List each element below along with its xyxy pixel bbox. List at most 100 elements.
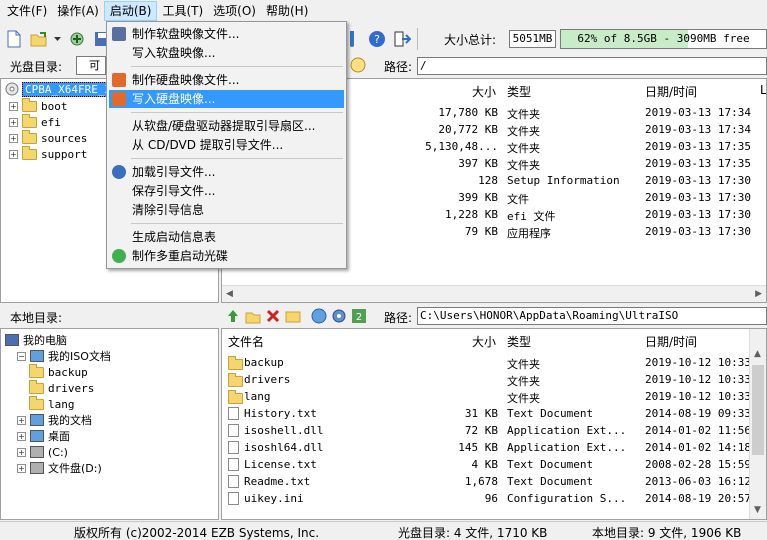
expand-icon[interactable]: + — [17, 463, 26, 473]
refresh-icon[interactable] — [349, 56, 367, 74]
tree-node[interactable]: + 我的文档 — [17, 412, 92, 428]
menu-item[interactable]: 制作硬盘映像文件... — [109, 71, 344, 89]
folder-icon — [228, 390, 243, 404]
column-date-header[interactable]: 日期/时间 — [645, 83, 697, 100]
disc-folder-boot[interactable]: + boot — [9, 97, 68, 114]
column-size-header[interactable]: 大小 — [472, 333, 496, 350]
disc-path-input[interactable]: / — [417, 57, 767, 75]
column-extra-header[interactable]: L — [760, 83, 766, 97]
expand-icon[interactable]: + — [9, 117, 18, 127]
collapse-icon[interactable]: − — [17, 351, 26, 361]
menu-options[interactable]: 选项(O) — [208, 1, 261, 21]
file-icon — [228, 458, 239, 471]
tree-label: (C:) — [48, 445, 68, 459]
menu-item[interactable]: 制作软盘映像文件... — [109, 25, 344, 43]
menu-item[interactable]: 加载引导文件... — [109, 163, 344, 181]
extract-icon[interactable] — [66, 28, 88, 50]
tree-node[interactable]: + 桌面 — [17, 428, 70, 444]
dropdown-arrow-icon[interactable] — [53, 28, 63, 50]
table-row[interactable]: lang 文件夹 2019-10-12 10:33 — [222, 389, 766, 406]
horizontal-scrollbar[interactable]: ◀ ▶ — [222, 285, 766, 302]
help-icon[interactable]: ? — [366, 28, 388, 50]
menu-item[interactable]: 从软盘/硬盘驱动器提取引导扇区... — [109, 117, 344, 135]
menu-help[interactable]: 帮助(H) — [261, 1, 313, 21]
local-toolbar: 2 路径: C:\Users\HONOR\AppData\Roaming\Ult… — [221, 306, 767, 327]
menu-item[interactable]: 生成启动信息表 — [109, 228, 344, 246]
globe-icon[interactable] — [311, 308, 327, 327]
column-type-header[interactable]: 类型 — [507, 333, 531, 350]
menu-item-label: 制作软盘映像文件... — [132, 27, 240, 41]
disc-folder-support[interactable]: + support — [9, 145, 87, 162]
delete-icon[interactable] — [265, 308, 281, 327]
menu-item[interactable]: 清除引导信息 — [109, 201, 344, 219]
refresh-icon[interactable]: 2 — [351, 308, 367, 327]
disc-dir-combo[interactable]: 可 — [76, 56, 106, 75]
file-size: 1,228 KB — [445, 208, 498, 221]
table-row[interactable]: drivers 文件夹 2019-10-12 10:33 — [222, 372, 766, 389]
column-name-header[interactable]: 文件名 — [228, 333, 264, 350]
tree-node[interactable]: − 我的ISO文档 — [17, 348, 111, 364]
table-row[interactable]: backup 文件夹 2019-10-12 10:33 — [222, 355, 766, 372]
disc-folder-efi[interactable]: + efi — [9, 113, 61, 130]
scroll-up-icon[interactable]: ▲ — [754, 349, 761, 359]
file-type: Text Document — [507, 407, 594, 420]
gear-icon[interactable] — [331, 308, 347, 327]
menu-item[interactable]: 从 CD/DVD 提取引导文件... — [109, 136, 344, 154]
column-date-header[interactable]: 日期/时间 — [645, 333, 697, 350]
exit-icon[interactable] — [391, 28, 413, 50]
tree-node[interactable]: + 文件盘(D:) — [17, 460, 102, 476]
file-date: 2019-03-13 17:30 — [645, 225, 751, 238]
tree-node[interactable]: backup — [29, 363, 88, 380]
column-size-header[interactable]: 大小 — [472, 83, 496, 100]
file-date: 2019-03-13 17:35 — [645, 157, 751, 170]
folder-open-icon[interactable] — [285, 308, 301, 327]
expand-icon[interactable]: + — [9, 101, 18, 111]
expand-icon[interactable]: + — [9, 133, 18, 143]
local-path-input[interactable]: C:\Users\HONOR\AppData\Roaming\UltraISO — [417, 307, 767, 325]
disc-folder-sources[interactable]: + sources — [9, 129, 88, 146]
new-icon[interactable] — [3, 28, 25, 50]
folder-icon — [29, 363, 44, 378]
file-type: Configuration S... — [507, 492, 627, 505]
column-type-header[interactable]: 类型 — [507, 83, 531, 100]
table-row[interactable]: Readme.txt 1,678 Text Document 2013-06-03 1… — [222, 474, 766, 491]
menu-item[interactable]: 制作多重启动光碟 — [109, 247, 344, 265]
tree-node[interactable]: 我的电脑 — [5, 332, 67, 348]
folder-label: sources — [41, 131, 88, 145]
new-folder-icon[interactable] — [245, 308, 261, 327]
file-type: Setup Information — [507, 174, 620, 187]
menu-tools[interactable]: 工具(T) — [157, 1, 208, 21]
menu-actions[interactable]: 操作(A) — [52, 1, 104, 21]
scroll-thumb[interactable] — [752, 365, 764, 455]
expand-icon[interactable]: + — [9, 149, 18, 159]
table-row[interactable]: uikey.ini 96 Configuration S... 2014-08-19 … — [222, 491, 766, 508]
table-row[interactable]: isoshell.dll 72 KB Application Ext... 2014-… — [222, 423, 766, 440]
table-row[interactable]: License.txt 4 KB Text Document 2008-02-28 1… — [222, 457, 766, 474]
tree-node[interactable]: drivers — [29, 379, 94, 396]
menu-file[interactable]: 文件(F) — [2, 1, 52, 21]
expand-icon[interactable]: + — [17, 431, 26, 441]
menu-boot[interactable]: 启动(B) — [103, 1, 158, 21]
file-date: 2019-03-13 17:30 — [645, 191, 751, 204]
up-folder-icon[interactable] — [225, 308, 241, 327]
menu-item[interactable]: 写入硬盘映像... — [109, 90, 344, 108]
menu-item[interactable]: 写入软盘映像... — [109, 44, 344, 62]
scroll-down-icon[interactable]: ▼ — [754, 505, 761, 515]
tree-node[interactable]: lang — [29, 395, 75, 412]
expand-icon[interactable]: + — [17, 415, 26, 425]
tree-node[interactable]: + (C:) — [17, 444, 68, 460]
disc-root-node[interactable]: CPBA_X64FRE_ZH — [5, 81, 121, 97]
vertical-scrollbar[interactable]: ▲ ▼ — [749, 329, 766, 519]
scroll-right-icon[interactable]: ▶ — [755, 289, 762, 299]
svg-text:2: 2 — [356, 312, 362, 323]
open-icon[interactable] — [28, 28, 50, 50]
expand-icon[interactable]: + — [17, 447, 26, 457]
scroll-left-icon[interactable]: ◀ — [226, 289, 233, 299]
menu-item[interactable]: 保存引导文件... — [109, 182, 344, 200]
gear-icon — [112, 165, 126, 179]
table-row[interactable]: History.txt 31 KB Text Document 2014-08-19 … — [222, 406, 766, 423]
table-row[interactable]: isoshl64.dll 145 KB Application Ext... 2014… — [222, 440, 766, 457]
file-type: Application Ext... — [507, 441, 627, 454]
folder-icon — [228, 373, 243, 387]
file-size: 145 KB — [458, 441, 498, 454]
